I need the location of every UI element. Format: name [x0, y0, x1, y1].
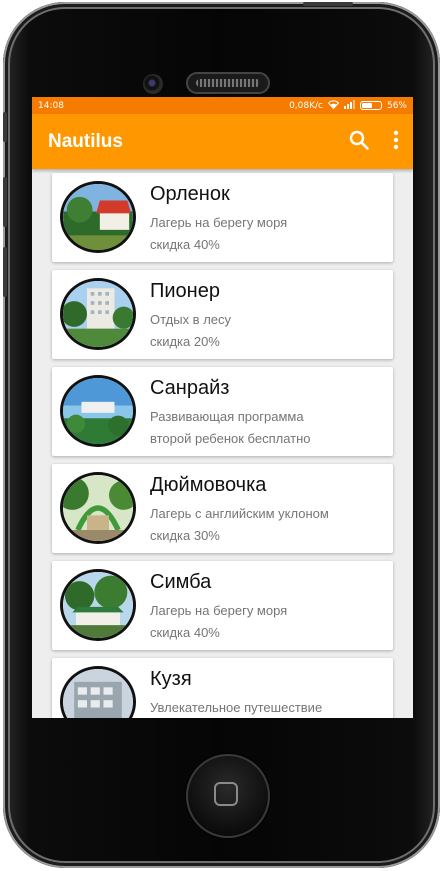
camp-card[interactable]: Орленок Лагерь на берегу моря скидка 40%	[52, 173, 393, 262]
app-toolbar: Nautilus	[32, 114, 413, 169]
volume-up-button	[3, 177, 7, 227]
camp-promo: скидка 40%	[150, 625, 220, 640]
signal-icon	[343, 99, 355, 112]
wifi-icon	[327, 99, 340, 112]
search-icon[interactable]	[349, 130, 369, 154]
camp-promo: скидка 20%	[150, 334, 220, 349]
camp-name: Орленок	[150, 183, 230, 205]
front-camera	[143, 74, 163, 94]
camp-description: Увлекательное путешествие	[150, 700, 323, 715]
status-bar: 14:08 0,08K/c 56%	[32, 97, 413, 114]
app-title: Nautilus	[48, 130, 123, 152]
camp-list: Орленок Лагерь на берегу моря скидка 40%…	[32, 169, 413, 718]
camp-promo: второй ребенок бесплатно	[150, 431, 311, 446]
camp-description: Развивающая программа	[150, 409, 304, 424]
camp-photo	[60, 569, 136, 641]
home-button[interactable]	[186, 754, 270, 838]
camp-description: Лагерь на берегу моря	[150, 603, 288, 618]
camp-description: Лагерь с английским уклоном	[150, 506, 329, 521]
volume-down-button	[3, 247, 7, 297]
camp-card[interactable]: Санрайз Развивающая программа второй реб…	[52, 367, 393, 456]
camp-card[interactable]: Кузя Увлекательное путешествие	[52, 658, 393, 718]
camp-photo	[60, 181, 136, 253]
camp-photo	[60, 666, 136, 718]
camp-photo	[60, 278, 136, 350]
battery-icon	[359, 101, 382, 110]
app-screen: 14:08 0,08K/c 56% Nautilus Орленок Лагер…	[32, 97, 413, 718]
camp-photo	[60, 375, 136, 447]
camp-card[interactable]: Дюймовочка Лагерь с английским уклоном с…	[52, 464, 393, 553]
mute-switch	[3, 112, 7, 142]
camp-name: Дюймовочка	[150, 474, 267, 496]
camp-promo: скидка 40%	[150, 237, 220, 252]
network-speed: 0,08K/c	[289, 100, 323, 111]
camp-card[interactable]: Пионер Отдых в лесу скидка 20%	[52, 270, 393, 359]
earpiece-speaker	[186, 72, 270, 94]
camp-promo: скидка 30%	[150, 528, 220, 543]
battery-percent: 56%	[386, 100, 407, 111]
camp-name: Пионер	[150, 280, 220, 302]
power-button	[303, 2, 353, 6]
camp-card[interactable]: Симба Лагерь на берегу моря скидка 40%	[52, 561, 393, 650]
camp-description: Отдых в лесу	[150, 312, 232, 327]
camp-description: Лагерь на берегу моря	[150, 215, 288, 230]
camp-name: Санрайз	[150, 377, 230, 399]
status-time: 14:08	[38, 100, 64, 111]
camp-name: Кузя	[150, 668, 192, 690]
home-square-icon	[214, 782, 238, 806]
camp-name: Симба	[150, 571, 212, 593]
more-vert-icon[interactable]	[393, 130, 399, 154]
camp-photo	[60, 472, 136, 544]
